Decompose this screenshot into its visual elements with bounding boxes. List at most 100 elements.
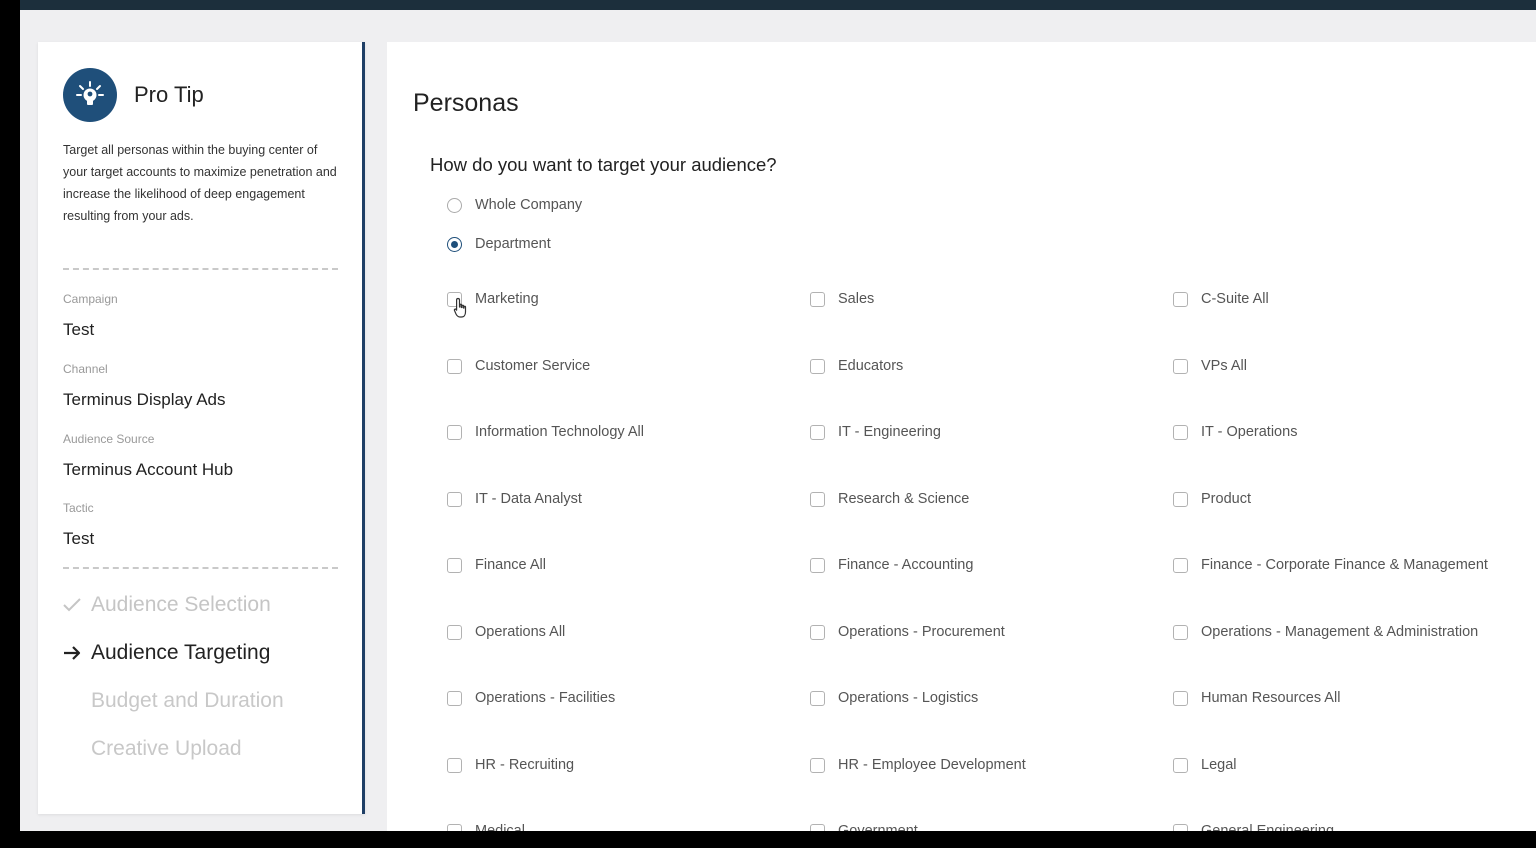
checkbox-item[interactable]: General Engineering [1173,823,1536,831]
step-creative-upload[interactable]: Creative Upload [63,737,242,761]
checkbox-item[interactable]: Research & Science [810,491,1173,558]
checkbox-label: Medical [475,823,525,831]
checkbox-label: Educators [838,357,904,374]
checkbox-item[interactable]: Operations - Logistics [810,690,1173,757]
checkbox-item[interactable]: Operations - Facilities [447,690,810,757]
checkbox[interactable] [1173,824,1188,831]
checkbox-item[interactable]: Finance - Corporate Finance & Management [1173,557,1536,624]
pro-tip-title: Pro Tip [134,82,204,107]
checkbox[interactable] [810,691,825,706]
checkbox-item[interactable]: Operations - Procurement [810,624,1173,691]
checkbox-item[interactable]: Marketing [447,291,810,358]
checkbox[interactable] [447,558,462,573]
checkbox[interactable] [1173,757,1188,773]
checkbox-item[interactable]: VPs All [1173,358,1536,425]
checkbox-label: Operations - Management & Administration [1201,623,1479,640]
checkbox[interactable] [810,558,825,573]
lightbulb-icon [63,68,117,122]
sidebar: Pro Tip Target all personas within the b… [38,42,365,814]
radio-label: Whole Company [475,197,583,213]
checkbox-item[interactable]: IT - Data Analyst [447,491,810,558]
checkbox[interactable] [447,491,462,507]
checkbox[interactable] [810,425,825,440]
checkbox[interactable] [447,358,462,374]
checkbox[interactable] [447,425,462,440]
checkbox-item[interactable]: Information Technology All [447,424,810,491]
checkbox-item[interactable]: Operations - Management & Administration [1173,624,1536,691]
check-icon [63,598,91,612]
checkbox-label: General Engineering [1201,823,1335,831]
radio-button-selected[interactable] [447,236,462,252]
step-label: Audience Targeting [91,641,271,664]
step-label: Creative Upload [91,737,242,760]
checkbox-item[interactable]: Sales [810,291,1173,358]
checkbox-item[interactable]: Finance - Accounting [810,557,1173,624]
checkbox-label: C-Suite All [1201,291,1269,307]
checkbox-item[interactable]: Human Resources All [1173,690,1536,757]
checkbox-label: Human Resources All [1201,690,1341,706]
checkbox[interactable] [1173,425,1188,440]
checkbox-label: Finance All [475,557,546,573]
channel-label: Channel [63,362,108,376]
checkbox[interactable] [1173,292,1188,307]
checkbox-item[interactable]: Finance All [447,557,810,624]
checkbox[interactable] [1173,558,1188,573]
radio-department[interactable]: Department [447,236,551,252]
pro-tip-header: Pro Tip [63,68,204,122]
checkbox-item[interactable]: C-Suite All [1173,291,1536,358]
checkbox[interactable] [810,292,825,307]
checkbox-label: Customer Service [475,357,591,374]
checkbox-item[interactable]: IT - Engineering [810,424,1173,491]
checkbox-label: IT - Data Analyst [475,490,582,507]
radio-button[interactable] [447,197,462,213]
checkbox-label: VPs All [1201,357,1247,374]
step-audience-selection[interactable]: Audience Selection [63,593,271,617]
checkbox-item[interactable]: Legal [1173,757,1536,824]
checkbox-item[interactable]: HR - Recruiting [447,757,810,824]
audience-source-label: Audience Source [63,432,155,446]
step-label: Budget and Duration [91,689,284,712]
checkbox-label: Legal [1201,756,1237,773]
checkbox-item[interactable]: Educators [810,358,1173,425]
checkbox[interactable] [447,624,462,640]
checkbox[interactable] [810,624,825,640]
checkbox-item[interactable]: Operations All [447,624,810,691]
checkbox-label: Government [838,823,918,831]
checkbox-item[interactable]: HR - Employee Development [810,757,1173,824]
checkbox-label: HR - Recruiting [475,756,575,773]
checkbox[interactable] [810,491,825,507]
checkbox[interactable] [1173,358,1188,374]
checkbox[interactable] [1173,491,1188,507]
checkbox[interactable] [447,691,462,706]
checkbox-item[interactable]: Customer Service [447,358,810,425]
step-budget-duration[interactable]: Budget and Duration [63,689,284,713]
checkbox[interactable] [447,824,462,831]
checkbox-label: Sales [838,291,875,307]
campaign-label: Campaign [63,292,118,306]
divider [63,268,338,270]
radio-whole-company[interactable]: Whole Company [447,197,582,213]
checkbox-label: IT - Operations [1201,424,1298,440]
tactic-value: Test [63,529,95,548]
checkbox[interactable] [447,757,462,773]
checkbox[interactable] [810,358,825,374]
checkbox-label: Research & Science [838,490,970,507]
checkbox-label: Product [1201,490,1251,507]
step-audience-targeting[interactable]: Audience Targeting [63,641,270,665]
checkbox-label: IT - Engineering [838,424,941,440]
checkbox[interactable] [810,824,825,831]
step-label: Audience Selection [91,593,271,616]
checkbox-item[interactable]: Medical [447,823,810,831]
checkbox-item[interactable]: Government [810,823,1173,831]
targeting-question: How do you want to target your audience? [430,154,777,175]
arrow-right-icon [63,645,91,661]
checkbox-item[interactable]: IT - Operations [1173,424,1536,491]
checkbox[interactable] [1173,691,1188,706]
checkbox-label: Finance - Corporate Finance & Management [1201,557,1488,573]
checkbox[interactable] [810,757,825,773]
campaign-value: Test [63,320,95,339]
checkbox-label: Information Technology All [475,424,645,440]
checkbox-item[interactable]: Product [1173,491,1536,558]
checkbox[interactable] [1173,624,1188,640]
divider [63,567,338,569]
